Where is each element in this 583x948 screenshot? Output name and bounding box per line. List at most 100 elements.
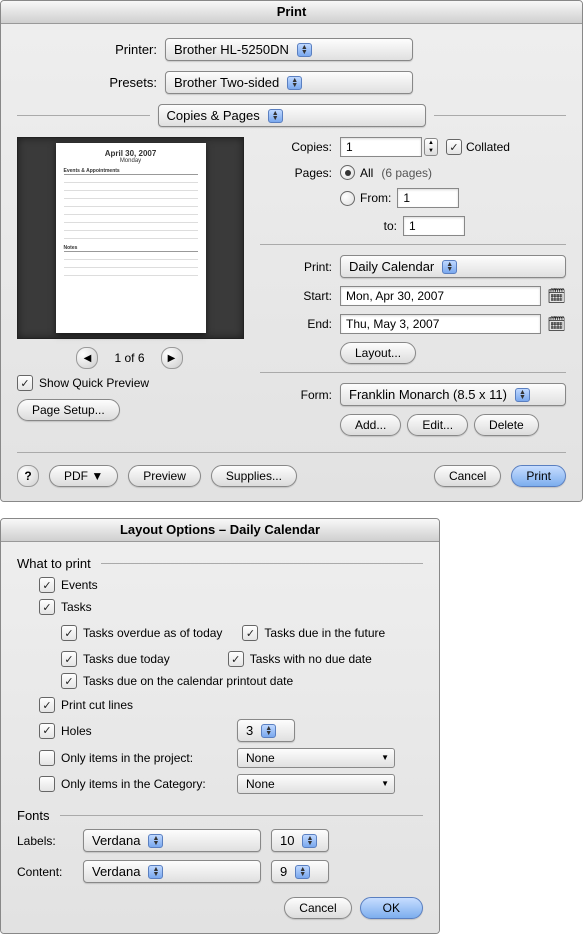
project-select[interactable]: None ▼ [237, 748, 395, 768]
print-range-select[interactable]: Daily Calendar ▲▼ [340, 255, 566, 278]
tasks-checkbox[interactable]: ✓ [39, 599, 55, 615]
printer-select[interactable]: Brother HL-5250DN ▲▼ [165, 38, 413, 61]
updown-icon: ▲▼ [148, 865, 163, 879]
form-select[interactable]: Franklin Monarch (8.5 x 11) ▲▼ [340, 383, 566, 406]
updown-icon: ▲▼ [261, 724, 276, 738]
content-font-select[interactable]: Verdana ▲▼ [83, 860, 261, 883]
updown-icon: ▲▼ [302, 834, 317, 848]
calendar-icon[interactable]: 🗓 [547, 287, 566, 305]
print-range-label: Print: [260, 260, 340, 274]
tasks-overdue-checkbox[interactable]: ✓ [61, 625, 77, 641]
printer-value: Brother HL-5250DN [174, 42, 289, 57]
project-value: None [246, 751, 275, 765]
fonts-label: Fonts [17, 808, 50, 823]
tasks-nodue-checkbox[interactable]: ✓ [228, 651, 244, 667]
calendar-icon[interactable]: 🗓 [547, 315, 566, 333]
tasks-today-checkbox[interactable]: ✓ [61, 651, 77, 667]
cancel-button[interactable]: Cancel [434, 465, 501, 487]
pages-from-radio[interactable] [340, 191, 355, 206]
pages-label: Pages: [260, 166, 340, 180]
layout-button[interactable]: Layout... [340, 342, 416, 364]
section-value: Copies & Pages [167, 108, 260, 123]
pages-all-radio[interactable] [340, 165, 355, 180]
form-label: Form: [260, 388, 340, 402]
chevron-down-icon: ▼ [381, 779, 389, 788]
preview-page-title: April 30, 2007 [64, 149, 198, 158]
tasks-printout-checkbox[interactable]: ✓ [61, 673, 77, 689]
events-label: Events [61, 578, 98, 592]
copies-stepper[interactable]: ▲▼ [424, 138, 438, 156]
updown-icon: ▲▼ [442, 260, 457, 274]
next-page-button[interactable]: ▶ [161, 347, 183, 369]
show-preview-checkbox[interactable]: ✓ [17, 375, 33, 391]
pager-text: 1 of 6 [114, 351, 144, 365]
page-setup-button[interactable]: Page Setup... [17, 399, 120, 421]
add-button[interactable]: Add... [340, 414, 401, 436]
pager: ◀ 1 of 6 ▶ [17, 347, 242, 369]
show-preview-label: Show Quick Preview [39, 376, 149, 390]
holes-value: 3 [246, 723, 253, 738]
form-value: Franklin Monarch (8.5 x 11) [349, 387, 507, 402]
pages-count: (6 pages) [381, 166, 432, 180]
content-size-select[interactable]: 9 ▲▼ [271, 860, 329, 883]
category-select[interactable]: None ▼ [237, 774, 395, 794]
content-font-value: Verdana [92, 864, 140, 879]
tasks-today-label: Tasks due today [83, 652, 170, 666]
pages-from-input[interactable] [397, 188, 459, 208]
tasks-future-checkbox[interactable]: ✓ [242, 625, 258, 641]
layout-cancel-button[interactable]: Cancel [284, 897, 351, 919]
content-size-value: 9 [280, 864, 287, 879]
preview-button[interactable]: Preview [128, 465, 201, 487]
labels-font-value: Verdana [92, 833, 140, 848]
holes-checkbox[interactable]: ✓ [39, 723, 55, 739]
events-checkbox[interactable]: ✓ [39, 577, 55, 593]
preview-box: April 30, 2007 Monday Events & Appointme… [17, 137, 244, 339]
copies-label: Copies: [260, 140, 340, 154]
tasks-overdue-label: Tasks overdue as of today [83, 626, 222, 640]
labels-size-select[interactable]: 10 ▲▼ [271, 829, 329, 852]
supplies-button[interactable]: Supplies... [211, 465, 297, 487]
content-label: Content: [17, 865, 83, 879]
pages-to-input[interactable] [403, 216, 465, 236]
updown-icon: ▲▼ [148, 834, 163, 848]
end-input[interactable] [340, 314, 541, 334]
print-button[interactable]: Print [511, 465, 566, 487]
delete-button[interactable]: Delete [474, 414, 539, 436]
end-label: End: [260, 317, 340, 331]
pdf-button[interactable]: PDF ▼ [49, 465, 118, 487]
preview-page: April 30, 2007 Monday Events & Appointme… [56, 143, 206, 333]
updown-icon: ▲▼ [297, 43, 312, 57]
updown-icon: ▲▼ [515, 388, 530, 402]
printer-label: Printer: [17, 42, 165, 57]
presets-select[interactable]: Brother Two-sided ▲▼ [165, 71, 413, 94]
only-category-checkbox[interactable] [39, 776, 55, 792]
pages-from-label: From: [360, 191, 391, 205]
start-input[interactable] [340, 286, 541, 306]
collated-label: Collated [466, 140, 510, 154]
only-project-checkbox[interactable] [39, 750, 55, 766]
copies-input[interactable] [340, 137, 422, 157]
only-category-label: Only items in the Category: [61, 777, 231, 791]
tasks-future-label: Tasks due in the future [264, 626, 385, 640]
holes-select[interactable]: 3 ▲▼ [237, 719, 295, 742]
print-title: Print [1, 1, 582, 24]
settings-pane: Copies: ▲▼ ✓ Collated Pages: All (6 page… [260, 137, 566, 444]
prev-page-button[interactable]: ◀ [76, 347, 98, 369]
holes-label: Holes [61, 724, 231, 738]
print-dialog: Print Printer: Brother HL-5250DN ▲▼ Pres… [0, 0, 583, 502]
category-value: None [246, 777, 275, 791]
layout-options-dialog: Layout Options – Daily Calendar What to … [0, 518, 440, 934]
tasks-nodue-label: Tasks with no due date [250, 652, 372, 666]
updown-icon: ▲▼ [295, 865, 310, 879]
section-select[interactable]: Copies & Pages ▲▼ [158, 104, 426, 127]
preview-page-subtitle: Monday [64, 158, 198, 164]
layout-ok-button[interactable]: OK [360, 897, 423, 919]
labels-label: Labels: [17, 834, 83, 848]
labels-font-select[interactable]: Verdana ▲▼ [83, 829, 261, 852]
presets-label: Presets: [17, 75, 165, 90]
collated-checkbox[interactable]: ✓ [446, 139, 462, 155]
help-button[interactable]: ? [17, 465, 39, 487]
edit-button[interactable]: Edit... [407, 414, 468, 436]
tasks-printout-label: Tasks due on the calendar printout date [83, 674, 293, 688]
cutlines-checkbox[interactable]: ✓ [39, 697, 55, 713]
